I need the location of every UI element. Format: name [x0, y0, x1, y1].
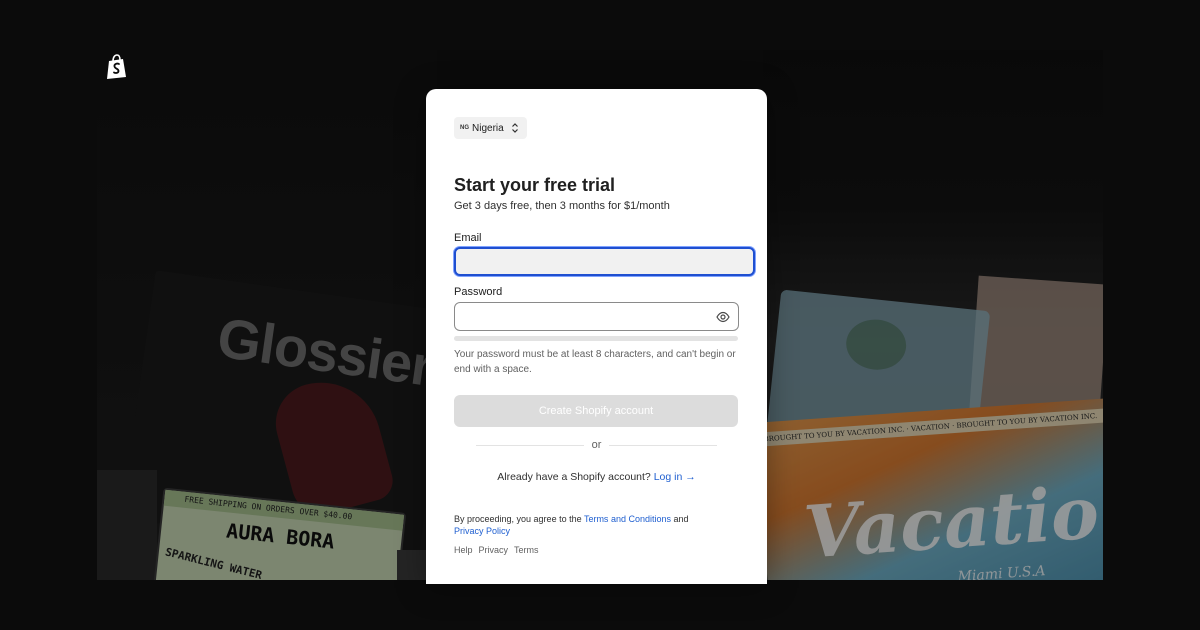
- email-field[interactable]: [454, 247, 755, 276]
- signup-card: NG Nigeria Start your free trial Get 3 d…: [426, 89, 767, 584]
- shopify-bag-icon[interactable]: [105, 54, 129, 80]
- legal-and: and: [673, 514, 689, 524]
- password-label: Password: [454, 286, 503, 298]
- page-title: Start your free trial: [454, 175, 616, 195]
- legal-prefix: By proceeding, you agree to the: [454, 514, 582, 524]
- country-code: NG: [460, 125, 469, 131]
- login-prompt-text: Already have a Shopify account?: [497, 471, 651, 483]
- chevron-up-down-icon: [511, 123, 518, 133]
- page-subtitle: Get 3 days free, then 3 months for $1/mo…: [454, 200, 670, 212]
- country-select[interactable]: NG Nigeria: [454, 117, 527, 139]
- password-field-wrapper: [454, 302, 739, 331]
- footer-privacy-link[interactable]: Privacy: [479, 545, 509, 555]
- country-name: Nigeria: [472, 122, 504, 134]
- password-strength-bar: [454, 336, 738, 341]
- login-prompt: Already have a Shopify account? Log in →: [426, 471, 767, 483]
- login-link[interactable]: Log in →: [654, 471, 696, 483]
- terms-link[interactable]: Terms and Conditions: [584, 514, 671, 524]
- privacy-policy-link[interactable]: Privacy Policy: [454, 526, 510, 536]
- divider-line-right: [609, 445, 717, 446]
- footer-terms-link[interactable]: Terms: [514, 545, 539, 555]
- page: Glossier. FREE SHIPPING ON ORDERS OVER $…: [0, 0, 1200, 630]
- eye-icon[interactable]: [716, 310, 730, 324]
- legal-notice: By proceeding, you agree to the Terms an…: [454, 513, 744, 537]
- footer-help-link[interactable]: Help: [454, 545, 473, 555]
- footer-links: Help Privacy Terms: [454, 545, 539, 555]
- create-account-button[interactable]: Create Shopify account: [454, 395, 738, 427]
- email-label: Email: [454, 232, 482, 244]
- password-field[interactable]: [455, 303, 711, 330]
- password-hint: Your password must be at least 8 charact…: [454, 349, 736, 375]
